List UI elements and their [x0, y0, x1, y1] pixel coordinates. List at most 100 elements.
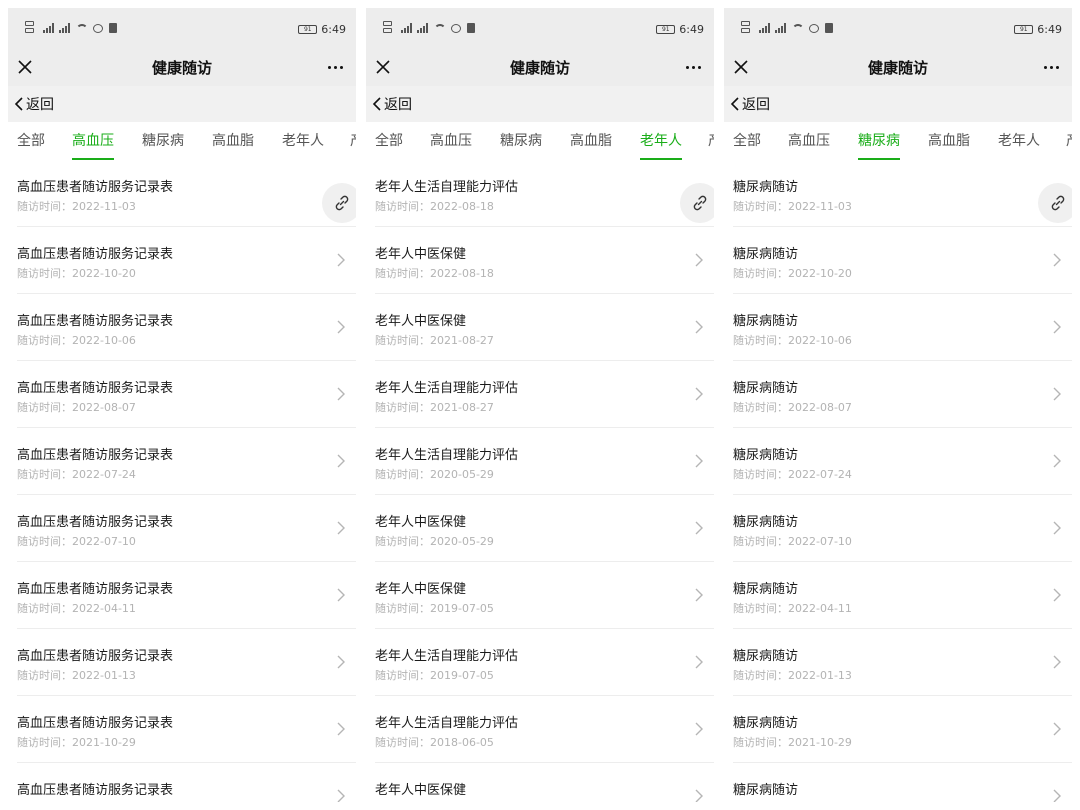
back-bar: 返回 — [724, 86, 1072, 122]
chevron-right — [1052, 721, 1062, 737]
list-item[interactable]: 糖尿病随访 随访时间：2022-04-11 — [724, 562, 1072, 629]
item-title: 糖尿病随访 — [733, 515, 799, 530]
tab-2[interactable]: 糖尿病 — [500, 122, 542, 160]
list-item[interactable]: 老年人中医保健 随访时间：2019-07-05 — [366, 562, 714, 629]
tab-5[interactable]: 产 — [708, 122, 714, 160]
list-item[interactable]: 老年人中医保健随访时间：2020-05-29 — [366, 495, 714, 562]
list-item[interactable]: 糖尿病随访 随访时间：2022-07-24 — [724, 428, 1072, 495]
tab-3[interactable]: 高血脂 — [928, 122, 970, 160]
chevron-right-icon — [695, 387, 703, 401]
status-bar: 91 6:49 — [724, 8, 1072, 48]
more-button[interactable] — [680, 54, 706, 80]
chevron-left-icon — [372, 97, 381, 111]
chevron-left-icon — [14, 97, 23, 111]
list-item[interactable]: 老年人生活自理能力评估 随访时间：2022-08-18 — [366, 160, 714, 227]
chevron-right-icon — [337, 387, 345, 401]
item-title: 老年人中医保健 — [375, 515, 467, 530]
item-date: 随访时间：2018-06-05 — [375, 736, 494, 749]
list-item[interactable]: 高血压患者随访服务记录表 随访时间：2022-10-20 — [8, 227, 356, 294]
battery-icon: 91 — [656, 25, 676, 34]
chevron-right — [336, 252, 346, 268]
tab-2[interactable]: 糖尿病 — [858, 122, 900, 160]
tab-5[interactable]: 产 — [350, 122, 356, 160]
back-button[interactable]: 返回 — [370, 94, 412, 114]
list-item[interactable]: 老年人中医保健 — [366, 763, 714, 802]
tab-0[interactable]: 全部 — [733, 122, 761, 160]
list-item[interactable]: 高血压患者随访服务记录表 随访时间：2021-10-29 — [8, 696, 356, 763]
chevron-right-icon — [1053, 655, 1061, 669]
list-item[interactable]: 糖尿病随访 随访时间：2022-10-06 — [724, 294, 1072, 361]
copy-link-button[interactable] — [1038, 183, 1072, 223]
item-title: 糖尿病随访 — [733, 314, 799, 329]
item-date: 随访时间：2020-05-29 — [375, 535, 494, 548]
tab-1[interactable]: 高血压 — [788, 122, 830, 160]
sim-card-icon — [741, 21, 754, 35]
item-title: 老年人生活自理能力评估 — [375, 649, 519, 664]
list-item[interactable]: 高血压患者随访服务记录表 — [8, 763, 356, 802]
status-time: 6:49 — [1037, 23, 1062, 36]
tab-4[interactable]: 老年人 — [282, 122, 324, 160]
list-item[interactable]: 糖尿病随访 随访时间：2022-11-03 — [724, 160, 1072, 227]
list-item[interactable]: 老年人生活自理能力评估 随访时间：2018-06-05 — [366, 696, 714, 763]
more-dot-icon — [685, 65, 689, 69]
tab-5[interactable]: 产 — [1066, 122, 1072, 160]
list-item[interactable]: 糖尿病随访 随访时间：2022-07-10 — [724, 495, 1072, 562]
list-item[interactable]: 高血压患者随访服务记录表 随访时间：2022-07-10 — [8, 495, 356, 562]
list-item[interactable]: 老年人生活自理能力评估 随访时间：2021-08-27 — [366, 361, 714, 428]
sim-card-icon — [25, 21, 38, 35]
list-item[interactable]: 老年人生活自理能力评估 随访时间：2019-07-05 — [366, 629, 714, 696]
item-title: 高血压患者随访服务记录表 — [17, 582, 174, 597]
link-icon — [1051, 195, 1065, 211]
list-item[interactable]: 老年人中医保健 随访时间：2021-08-27 — [366, 294, 714, 361]
tab-3[interactable]: 高血脂 — [570, 122, 612, 160]
top-nav-bar: 健康随访 — [8, 48, 356, 86]
tab-0[interactable]: 全部 — [375, 122, 403, 160]
list-item[interactable]: 老年人生活自理能力评估 随访时间：2020-05-29 — [366, 428, 714, 495]
back-button[interactable]: 返回 — [728, 94, 770, 114]
list-item[interactable]: 高血压患者随访服务记录表 随访时间：2022-04-11 — [8, 562, 356, 629]
tab-3[interactable]: 高血脂 — [212, 122, 254, 160]
back-button[interactable]: 返回 — [12, 94, 54, 114]
tab-4[interactable]: 老年人 — [998, 122, 1040, 160]
list-item[interactable]: 糖尿病随访 随访时间：2021-10-29 — [724, 696, 1072, 763]
list-item[interactable]: 高血压患者随访服务记录表 随访时间：2022-11-03 — [8, 160, 356, 227]
wifi-icon — [792, 23, 804, 33]
list-item[interactable]: 糖尿病随访 随访时间：2022-01-13 — [724, 629, 1072, 696]
tab-1[interactable]: 高血压 — [430, 122, 472, 160]
item-title: 高血压患者随访服务记录表 — [17, 381, 174, 396]
item-date: 随访时间：2022-08-18 — [375, 200, 494, 213]
status-icons — [25, 21, 117, 35]
chevron-right — [336, 721, 346, 737]
chevron-right-icon — [337, 253, 345, 267]
item-date: 随访时间：2022-07-10 — [17, 535, 136, 548]
list-item[interactable]: 糖尿病随访 随访时间：2022-08-07 — [724, 361, 1072, 428]
chevron-right — [1052, 453, 1062, 469]
tab-4[interactable]: 老年人 — [640, 122, 682, 160]
more-button[interactable] — [1038, 54, 1064, 80]
chevron-right-icon — [1053, 387, 1061, 401]
chevron-right — [694, 721, 704, 737]
list-item[interactable]: 糖尿病随访 — [724, 763, 1072, 802]
tab-1[interactable]: 高血压 — [72, 122, 114, 160]
status-bar: 91 6:49 — [366, 8, 714, 48]
list-item[interactable]: 高血压患者随访服务记录表 随访时间：2022-10-06 — [8, 294, 356, 361]
list-item[interactable]: 高血压患者随访服务记录表 随访时间：2022-07-24 — [8, 428, 356, 495]
back-bar: 返回 — [366, 86, 714, 122]
copy-link-button[interactable] — [322, 183, 356, 223]
chevron-right-icon — [337, 789, 345, 802]
chevron-right — [1052, 587, 1062, 603]
list-item[interactable]: 糖尿病随访 随访时间：2022-10-20 — [724, 227, 1072, 294]
more-dot-icon — [697, 65, 701, 69]
tab-2[interactable]: 糖尿病 — [142, 122, 184, 160]
chevron-right-icon — [695, 789, 703, 802]
list-item[interactable]: 高血压患者随访服务记录表 随访时间：2022-08-07 — [8, 361, 356, 428]
status-bar: 91 6:49 — [8, 8, 356, 48]
chevron-right-icon — [695, 588, 703, 602]
copy-link-button[interactable] — [680, 183, 714, 223]
item-title: 高血压患者随访服务记录表 — [17, 649, 174, 664]
more-button[interactable] — [322, 54, 348, 80]
chevron-right — [1052, 654, 1062, 670]
tab-0[interactable]: 全部 — [17, 122, 45, 160]
list-item[interactable]: 高血压患者随访服务记录表 随访时间：2022-01-13 — [8, 629, 356, 696]
list-item[interactable]: 老年人中医保健 随访时间：2022-08-18 — [366, 227, 714, 294]
